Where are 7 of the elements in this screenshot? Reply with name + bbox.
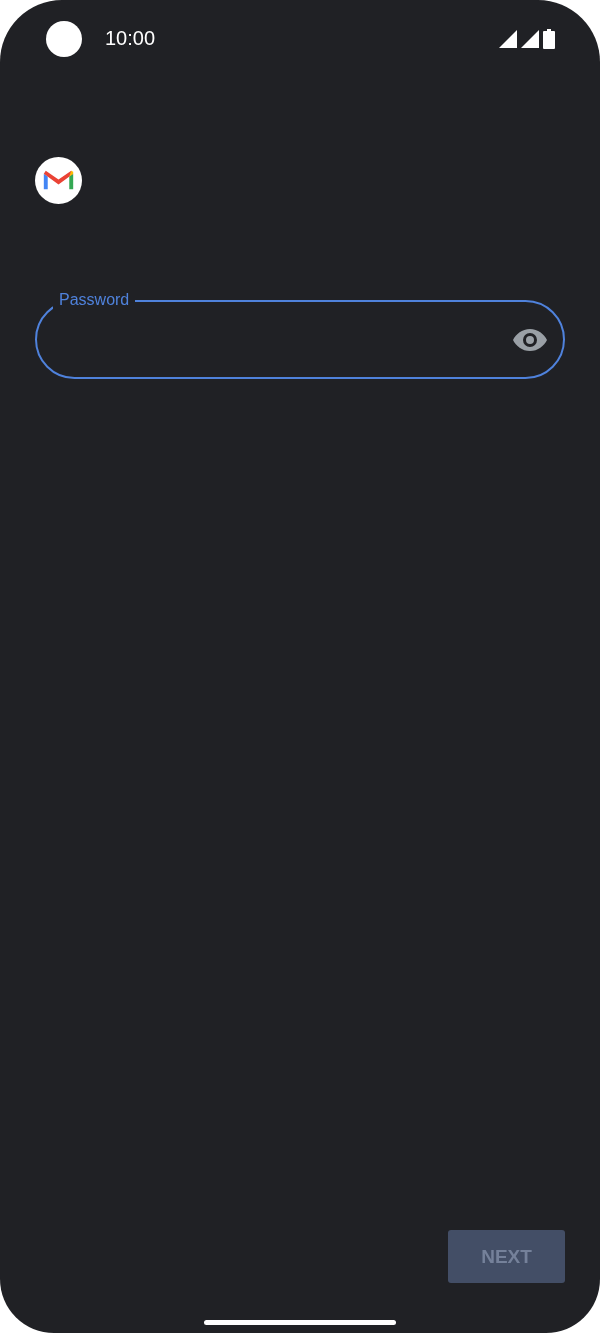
signal-icon [499, 29, 517, 48]
signal-icon [521, 29, 539, 48]
camera-cutout [46, 20, 82, 57]
mail-logo-icon [35, 157, 82, 204]
eye-icon[interactable] [513, 328, 547, 351]
battery-icon [543, 28, 555, 49]
clock: 10:00 [105, 27, 157, 50]
